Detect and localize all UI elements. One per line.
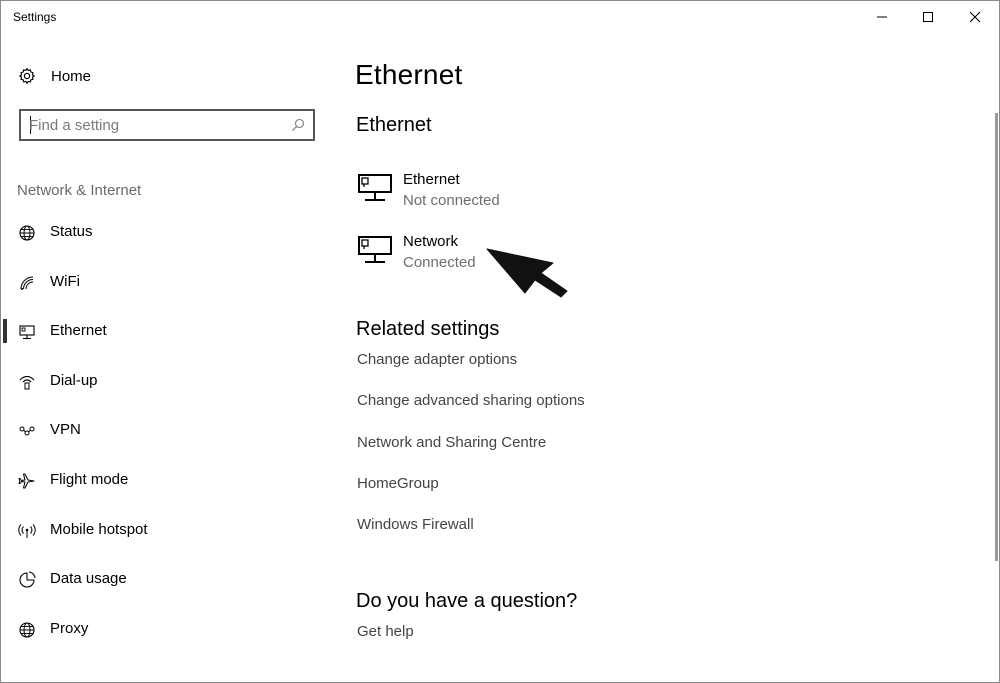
- section-title: Ethernet: [356, 114, 432, 136]
- active-indicator: [3, 319, 7, 343]
- network-status: Not connected: [403, 192, 500, 209]
- link-windows-firewall[interactable]: Windows Firewall: [357, 516, 474, 533]
- maximize-button[interactable]: [905, 1, 951, 33]
- link-homegroup[interactable]: HomeGroup: [357, 475, 439, 492]
- home-label: Home: [51, 67, 92, 85]
- wifi-icon: [20, 276, 34, 290]
- sidebar-item-vpn[interactable]: VPN: [1, 418, 321, 444]
- network-item-ethernet[interactable]: Ethernet Not connected: [356, 171, 576, 215]
- search-icon[interactable]: [291, 118, 305, 132]
- hotspot-icon: [18, 524, 36, 538]
- question-title: Do you have a question?: [356, 590, 578, 612]
- settings-window: Settings Home Network & Internet: [0, 0, 1000, 683]
- window-title: Settings: [13, 10, 57, 24]
- sidebar-item-label: VPN: [50, 421, 81, 438]
- sidebar-item-flight-mode[interactable]: Flight mode: [1, 468, 321, 494]
- sidebar-item-label: Dial-up: [50, 372, 98, 389]
- related-settings-title: Related settings: [356, 318, 500, 340]
- minimize-icon: [877, 16, 887, 18]
- sidebar-item-label: Data usage: [50, 570, 127, 587]
- sidebar-item-label: Proxy: [50, 620, 89, 637]
- sidebar-item-label: Ethernet: [50, 322, 107, 339]
- ethernet-adapter-icon: [358, 174, 392, 201]
- network-name: Ethernet: [403, 171, 460, 188]
- maximize-icon: [923, 12, 933, 22]
- home-nav-item[interactable]: Home: [18, 65, 91, 87]
- sidebar-item-label: Status: [50, 223, 93, 240]
- network-status: Connected: [403, 254, 476, 271]
- section-label: Network & Internet: [17, 182, 142, 199]
- scrollbar[interactable]: [995, 113, 998, 561]
- vpn-icon: [19, 426, 35, 436]
- data-usage-icon: [19, 571, 36, 588]
- sidebar-item-wifi[interactable]: WiFi: [1, 270, 321, 296]
- close-icon: [969, 11, 981, 23]
- dialup-icon: [19, 375, 35, 390]
- search-input[interactable]: [29, 115, 279, 135]
- minimize-button[interactable]: [859, 1, 905, 33]
- globe-icon: [19, 622, 35, 638]
- airplane-icon: [18, 473, 35, 489]
- link-change-adapter-options[interactable]: Change adapter options: [357, 351, 517, 368]
- close-button[interactable]: [952, 1, 998, 33]
- annotation-arrow-icon: [486, 248, 568, 298]
- globe-icon: [19, 225, 35, 241]
- link-get-help[interactable]: Get help: [357, 623, 414, 640]
- sidebar-item-label: Flight mode: [50, 471, 129, 488]
- title-bar: Settings: [1, 1, 999, 33]
- sidebar-item-label: Mobile hotspot: [50, 521, 148, 538]
- page-title: Ethernet: [355, 59, 463, 90]
- ethernet-icon: [19, 325, 35, 340]
- sidebar-item-status[interactable]: Status: [1, 220, 321, 246]
- ethernet-adapter-icon: [358, 236, 392, 263]
- network-name: Network: [403, 233, 459, 250]
- gear-icon: [19, 67, 35, 84]
- search-box[interactable]: [19, 109, 315, 141]
- link-network-sharing-centre[interactable]: Network and Sharing Centre: [357, 434, 546, 451]
- link-advanced-sharing[interactable]: Change advanced sharing options: [357, 392, 585, 409]
- sidebar-item-data-usage[interactable]: Data usage: [1, 567, 321, 593]
- sidebar-item-mobile-hotspot[interactable]: Mobile hotspot: [1, 518, 321, 544]
- sidebar-item-ethernet[interactable]: Ethernet: [1, 319, 321, 345]
- sidebar-item-label: WiFi: [50, 273, 80, 290]
- sidebar-item-proxy[interactable]: Proxy: [1, 617, 321, 643]
- sidebar-item-dialup[interactable]: Dial-up: [1, 369, 321, 395]
